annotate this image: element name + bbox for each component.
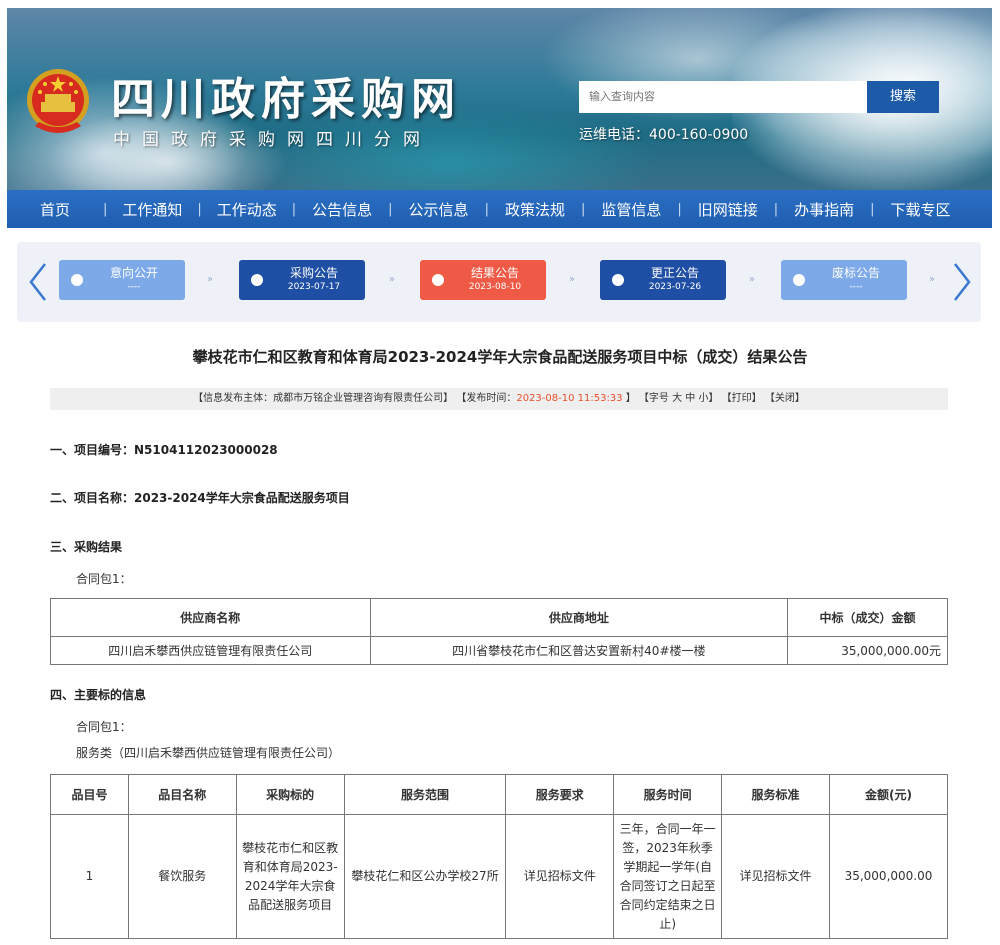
print-link[interactable]: 【打印】 bbox=[722, 393, 762, 404]
close-link[interactable]: 【关闭】 bbox=[765, 393, 805, 404]
chevron-right-icon: ›› bbox=[569, 274, 575, 285]
step-label: 更正公告 bbox=[650, 266, 699, 280]
step-cancellation[interactable]: 废标公告 ---- bbox=[781, 260, 907, 300]
table-header: 品目号 bbox=[50, 774, 129, 815]
table-cell: 四川启禾攀西供应链管理有限责任公司 bbox=[50, 636, 371, 665]
table-header: 供应商名称 bbox=[50, 598, 371, 637]
table-cell: 攀枝花仁和区公办学校27所 bbox=[343, 814, 507, 939]
publish-time-end: 】 bbox=[625, 393, 636, 404]
step-correction[interactable]: 更正公告 2023-07-26 bbox=[600, 260, 726, 300]
table-header-row: 品目号 品目名称 采购标的 服务范围 服务要求 服务时间 服务标准 金额(元) bbox=[50, 774, 949, 815]
table-cell: 详见招标文件 bbox=[721, 814, 830, 939]
table-header: 中标（成交）金额 bbox=[787, 598, 948, 637]
publisher-text: 【信息发布主体：成都市万铭企业管理咨询有限责任公司】 bbox=[193, 393, 454, 404]
hotline-text: 运维电话：400-160-0900 bbox=[579, 127, 749, 143]
minus-icon bbox=[793, 274, 805, 286]
national-emblem-icon bbox=[27, 69, 89, 133]
nav-item-work-news[interactable]: 工作动态 bbox=[202, 199, 292, 220]
table-cell: 三年，合同一年一签，2023年秋季学期起一学年(自合同签订之日起至合同约定结束之… bbox=[613, 814, 723, 939]
article-title: 攀枝花市仁和区教育和体育局2023-2024学年大宗食品配送服务项目中标（成交）… bbox=[192, 348, 808, 366]
chevron-left-icon[interactable] bbox=[25, 260, 51, 304]
nav-item-policy[interactable]: 政策法规 bbox=[489, 199, 581, 220]
clock-icon bbox=[432, 274, 444, 286]
section-result-heading: 三、采购结果 bbox=[50, 540, 123, 554]
items-table: 品目号 品目名称 采购标的 服务范围 服务要求 服务时间 服务标准 金额(元) … bbox=[50, 774, 949, 939]
font-size-control[interactable]: 【字号 大 中 小】 bbox=[639, 393, 719, 404]
table-header: 服务标准 bbox=[721, 774, 830, 815]
step-label: 结果公告 bbox=[470, 266, 519, 280]
table-cell: 1 bbox=[50, 814, 129, 939]
table-header: 服务时间 bbox=[613, 774, 723, 815]
step-label: 采购公告 bbox=[289, 266, 338, 280]
nav-item-old-site[interactable]: 旧网链接 bbox=[682, 199, 774, 220]
section-main-items-heading: 四、主要标的信息 bbox=[50, 688, 147, 702]
step-date: 2023-08-10 bbox=[468, 282, 522, 292]
table-header: 品目名称 bbox=[127, 774, 237, 815]
table-header: 服务范围 bbox=[343, 774, 507, 815]
nav-item-guide[interactable]: 办事指南 bbox=[778, 199, 870, 220]
table-cell: 四川省攀枝花市仁和区普达安置新村40#楼一楼 bbox=[369, 636, 789, 665]
check-icon bbox=[612, 274, 624, 286]
step-date: ---- bbox=[127, 282, 141, 292]
step-date: ---- bbox=[849, 282, 863, 292]
table-cell: 攀枝花市仁和区教育和体育局2023-2024学年大宗食品配送服务项目 bbox=[235, 814, 345, 939]
publish-time-label: 【发布时间： bbox=[456, 393, 517, 404]
table-cell: 餐饮服务 bbox=[127, 814, 237, 939]
search-input[interactable] bbox=[579, 81, 867, 113]
contract-package-label: 合同包1： bbox=[76, 572, 132, 586]
table-row: 四川启禾攀西供应链管理有限责任公司 四川省攀枝花市仁和区普达安置新村40#楼一楼… bbox=[50, 636, 948, 665]
chevron-right-icon[interactable] bbox=[949, 260, 975, 304]
step-label: 意向公开 bbox=[109, 266, 158, 280]
service-category-label: 服务类（四川启禾攀西供应链管理有限责任公司） bbox=[76, 746, 341, 760]
nav-item-work-notice[interactable]: 工作通知 bbox=[107, 199, 197, 220]
header-banner: 四川政府采购网 中国政府采购网四川分网 搜索 运维电话：400-160-0900 bbox=[7, 8, 992, 190]
chevron-right-icon: ›› bbox=[389, 274, 395, 285]
table-header: 供应商地址 bbox=[369, 598, 789, 637]
nav-item-downloads[interactable]: 下载专区 bbox=[875, 199, 967, 220]
step-procurement[interactable]: 采购公告 2023-07-17 bbox=[239, 260, 365, 300]
table-header: 金额(元) bbox=[828, 774, 949, 815]
table-cell: 详见招标文件 bbox=[505, 814, 615, 939]
table-header: 服务要求 bbox=[505, 774, 615, 815]
result-table: 供应商名称 供应商地址 中标（成交）金额 四川启禾攀西供应链管理有限责任公司 四… bbox=[50, 598, 948, 665]
step-date: 2023-07-17 bbox=[287, 282, 341, 292]
nav-item-home[interactable]: 首页 bbox=[7, 199, 103, 220]
step-date: 2023-07-26 bbox=[648, 282, 702, 292]
section-project-name: 二、项目名称：2023-2024学年大宗食品配送服务项目 bbox=[50, 491, 350, 505]
table-cell: 35,000,000.00元 bbox=[787, 636, 948, 665]
table-row: 1 餐饮服务 攀枝花市仁和区教育和体育局2023-2024学年大宗食品配送服务项… bbox=[50, 814, 949, 939]
chevron-right-icon: ›› bbox=[207, 274, 213, 285]
main-nav: 首页 | 工作通知 | 工作动态 | 公告信息 | 公示信息 | 政策法规 | … bbox=[7, 190, 992, 228]
step-label: 废标公告 bbox=[831, 266, 880, 280]
chevron-right-icon: ›› bbox=[749, 274, 755, 285]
nav-item-publicity[interactable]: 公示信息 bbox=[393, 199, 485, 220]
site-title[interactable]: 四川政府采购网 bbox=[111, 74, 461, 126]
publish-time-value: 2023-08-10 11:53:33 bbox=[516, 393, 623, 404]
step-intention[interactable]: 意向公开 ---- bbox=[59, 260, 185, 300]
search-button[interactable]: 搜索 bbox=[867, 81, 939, 113]
check-icon bbox=[251, 274, 263, 286]
minus-icon bbox=[71, 274, 83, 286]
step-result[interactable]: 结果公告 2023-08-10 bbox=[420, 260, 546, 300]
site-subtitle: 中国政府采购网四川分网 bbox=[113, 130, 432, 150]
table-cell: 35,000,000.00 bbox=[828, 814, 949, 939]
section-project-number: 一、项目编号：N5104112023000028 bbox=[50, 443, 278, 457]
contract-package-label: 合同包1： bbox=[76, 720, 132, 734]
table-header: 采购标的 bbox=[235, 774, 345, 815]
nav-item-supervision[interactable]: 监管信息 bbox=[585, 199, 677, 220]
article-meta-bar: 【信息发布主体：成都市万铭企业管理咨询有限责任公司】 【发布时间：2023-08… bbox=[50, 388, 948, 410]
process-steps: 意向公开 ---- ›› 采购公告 2023-07-17 ›› 结果公告 202… bbox=[17, 242, 981, 322]
table-header-row: 供应商名称 供应商地址 中标（成交）金额 bbox=[50, 598, 948, 637]
chevron-right-icon: ›› bbox=[929, 274, 935, 285]
nav-item-announcements[interactable]: 公告信息 bbox=[296, 199, 388, 220]
